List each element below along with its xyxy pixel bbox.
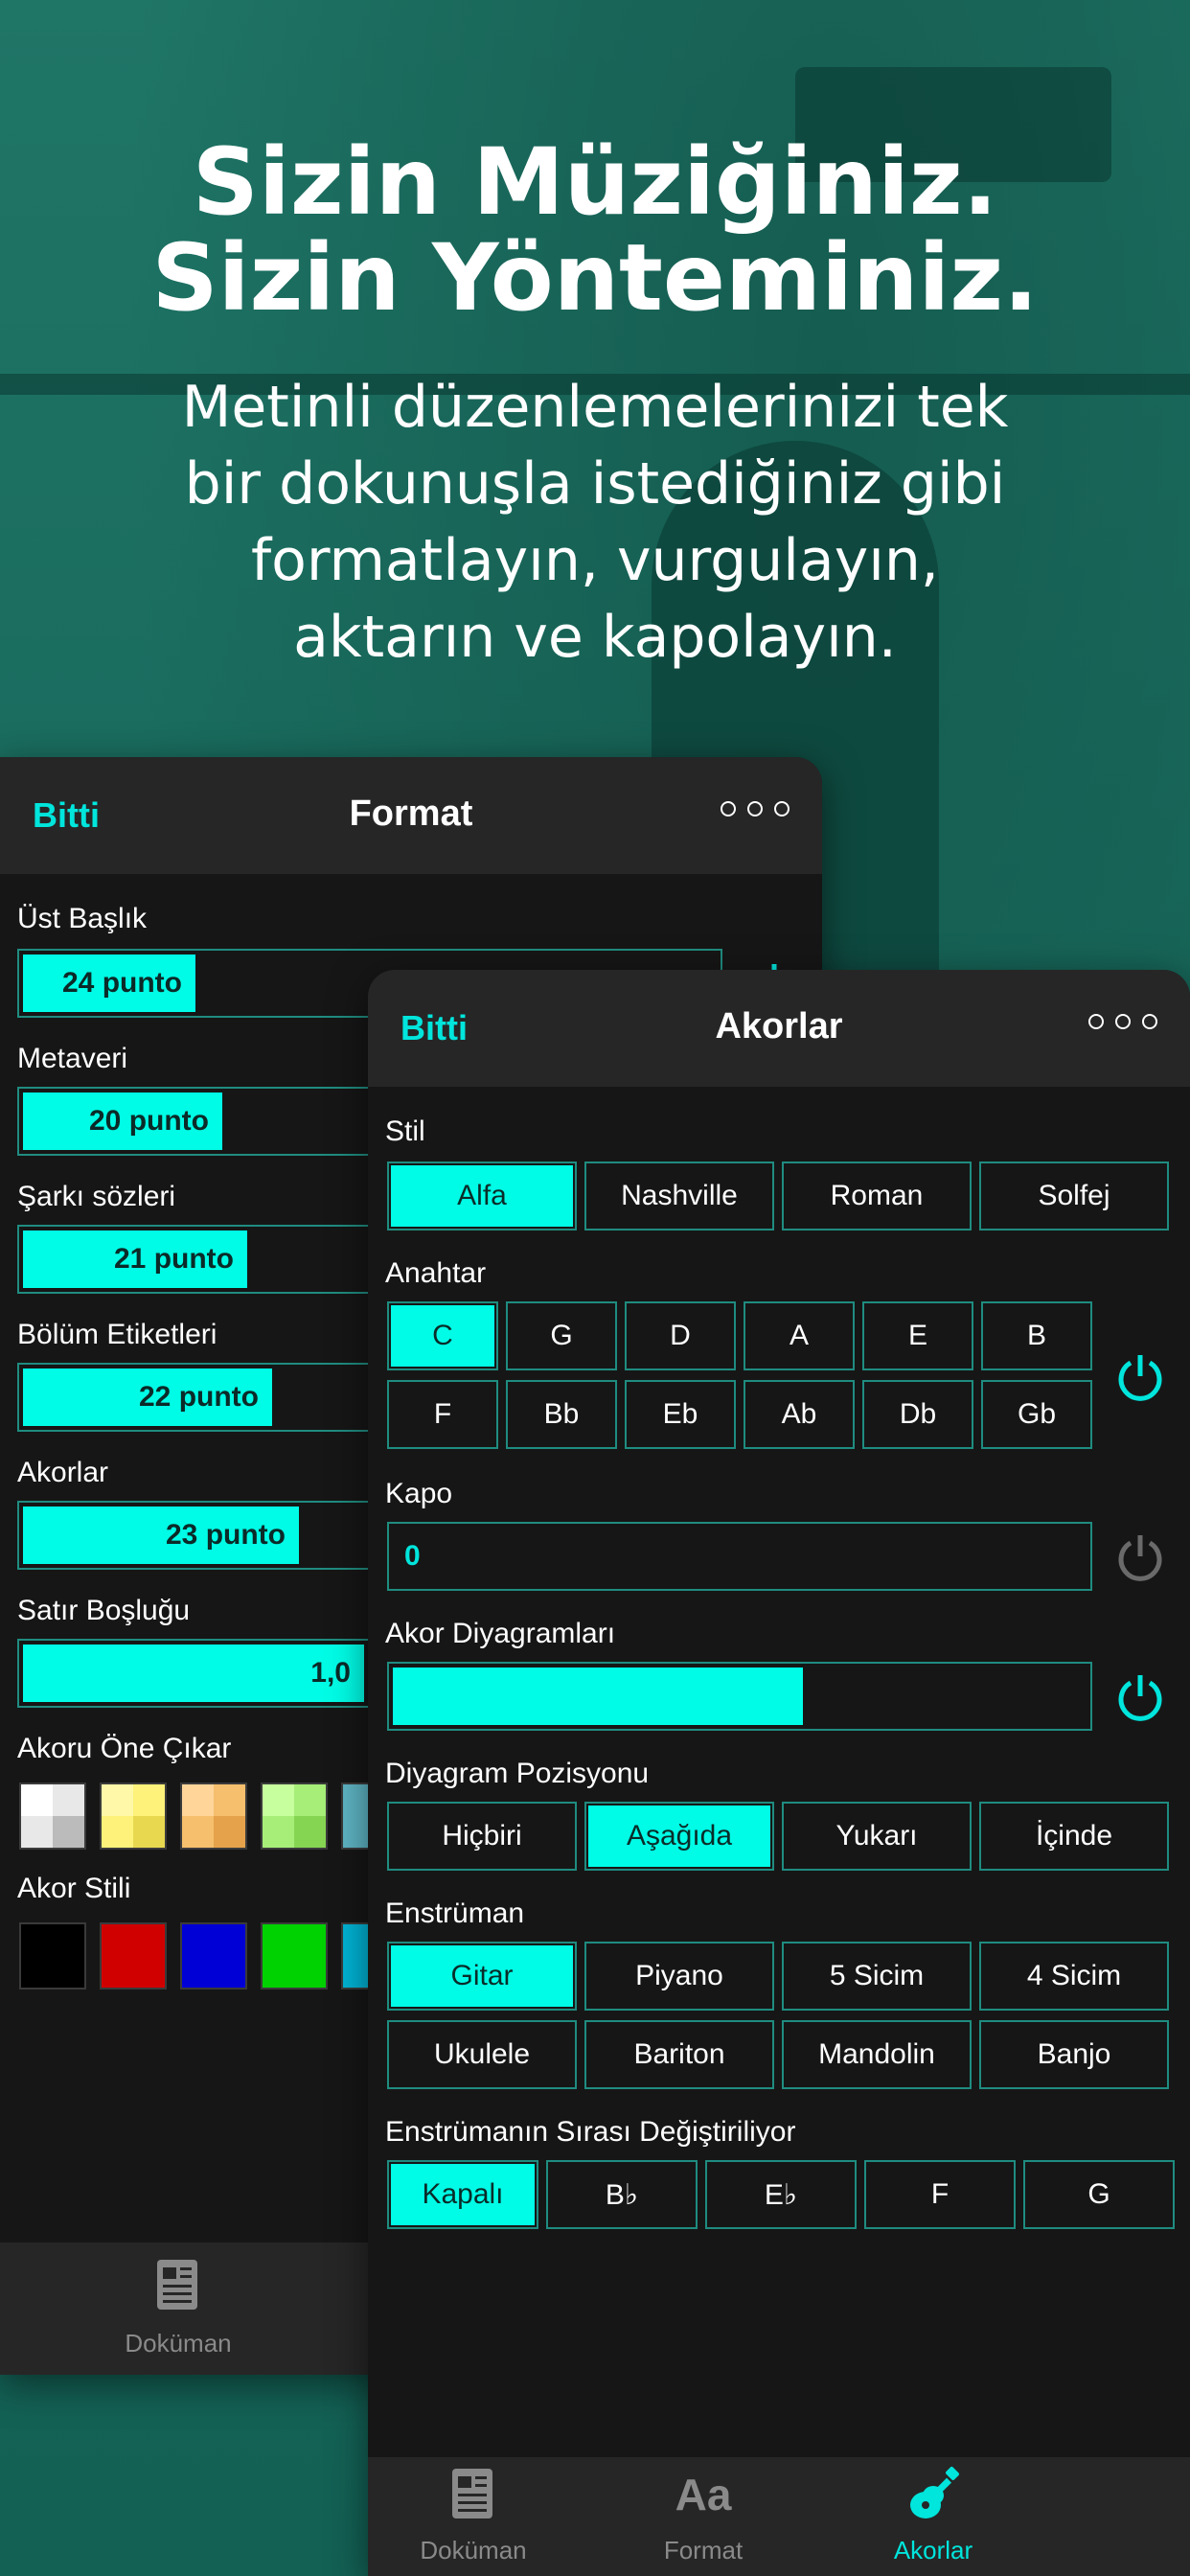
subtitle-line-2: bir dokunuşla istediğiniz gibi (184, 450, 1006, 518)
key-label: Anahtar (385, 1257, 487, 1289)
style-option-nashville[interactable]: Nashville (584, 1162, 774, 1230)
chords-title: Akorlar (715, 1006, 843, 1046)
format-label-line-spacing: Satır Boşluğu (17, 1595, 191, 1626)
style-option-solfej[interactable]: Solfej (979, 1162, 1169, 1230)
style-label: Stil (385, 1116, 425, 1147)
tab-document[interactable]: Doküman (63, 2242, 293, 2367)
key-option-gb[interactable]: Gb (981, 1380, 1092, 1449)
chords-tabbar: Doküman Aa Format Akorlar (368, 2457, 1190, 2576)
style-swatch-green[interactable] (261, 1922, 328, 1990)
key-option-bb[interactable]: Bb (506, 1380, 617, 1449)
key-power-icon[interactable] (1113, 1349, 1167, 1403)
key-option-eb[interactable]: Eb (625, 1380, 736, 1449)
instrument-option-guitar[interactable]: Gitar (387, 1942, 577, 2011)
position-option-below[interactable]: Aşağıda (584, 1802, 774, 1871)
capo-power-icon[interactable] (1113, 1530, 1167, 1583)
chords-panel: Bitti Akorlar Stil Alfa Nashville Roman … (368, 970, 1190, 2576)
subtitle: Metinli düzenlemelerinizi tek bir dokunu… (96, 369, 1094, 676)
position-option-inside[interactable]: İçinde (979, 1802, 1169, 1871)
key-option-b[interactable]: B (981, 1301, 1092, 1370)
format-label-lyrics: Şarkı sözleri (17, 1181, 176, 1212)
style-option-roman[interactable]: Roman (782, 1162, 972, 1230)
instrument-option-baritone[interactable]: Bariton (584, 2020, 774, 2089)
document-icon (157, 2260, 197, 2310)
instrument-option-4-string[interactable]: 4 Sicim (979, 1942, 1169, 2011)
tab-format-label: Format (663, 2536, 744, 2564)
highlight-swatch-gray[interactable] (19, 1782, 86, 1850)
key-option-c[interactable]: C (387, 1301, 498, 1370)
headline-line-2: Sizin Yönteminiz. (151, 224, 1039, 332)
tab-chords[interactable]: Akorlar (818, 2457, 1048, 2576)
subtitle-line-1: Metinli düzenlemelerinizi tek (181, 374, 1009, 441)
chords-more-icon[interactable] (1088, 1014, 1157, 1029)
format-label-section: Bölüm Etiketleri (17, 1319, 217, 1350)
diagrams-power-icon[interactable] (1113, 1669, 1167, 1723)
highlight-swatch-yellow[interactable] (100, 1782, 167, 1850)
instrument-option-piano[interactable]: Piyano (584, 1942, 774, 2011)
instrument-option-ukulele[interactable]: Ukulele (387, 2020, 577, 2089)
tab-document[interactable]: Doküman (368, 2457, 588, 2576)
key-option-a[interactable]: A (744, 1301, 855, 1370)
highlight-swatch-orange[interactable] (180, 1782, 247, 1850)
capo-value: 0 (404, 1540, 421, 1572)
instrument-option-banjo[interactable]: Banjo (979, 2020, 1169, 2089)
tab-chords-label: Akorlar (893, 2536, 973, 2564)
subtitle-line-3: formatlayın, vurgulayın, (251, 527, 939, 594)
style-swatch-red[interactable] (100, 1922, 167, 1990)
position-option-none[interactable]: Hiçbiri (387, 1802, 577, 1871)
slider-fill: 20 punto (23, 1092, 222, 1150)
key-option-ab[interactable]: Ab (744, 1380, 855, 1449)
slider-fill: 21 punto (23, 1230, 247, 1288)
headline-line-1: Sizin Müziğiniz. (192, 128, 998, 236)
transpose-option-off[interactable]: Kapalı (387, 2160, 538, 2229)
transpose-option-g[interactable]: G (1023, 2160, 1175, 2229)
format-navbar: Bitti Format (0, 757, 822, 874)
style-swatch-blue[interactable] (180, 1922, 247, 1990)
tab-format[interactable]: Aa Format (588, 2457, 818, 2576)
slider-fill: 22 punto (23, 1368, 272, 1426)
tab-document-label: Doküman (420, 2536, 527, 2564)
tab-document-label: Doküman (125, 2329, 232, 2358)
style-option-alfa[interactable]: Alfa (387, 1162, 577, 1230)
diagrams-slider[interactable] (387, 1662, 1092, 1731)
key-option-db[interactable]: Db (862, 1380, 973, 1449)
slider-fill: 24 punto (23, 954, 195, 1012)
transpose-option-eb[interactable]: E♭ (705, 2160, 857, 2229)
format-more-icon[interactable] (721, 801, 790, 816)
key-option-g[interactable]: G (506, 1301, 617, 1370)
instrument-option-5-string[interactable]: 5 Sicim (782, 1942, 972, 2011)
slider-fill: 23 punto (23, 1506, 299, 1564)
diagram-position-label: Diyagram Pozisyonu (385, 1758, 650, 1789)
format-label-chord-style: Akor Stili (17, 1873, 131, 1904)
key-option-e[interactable]: E (862, 1301, 973, 1370)
diagrams-label: Akor Diyagramları (385, 1618, 616, 1649)
format-label-metadata: Metaveri (17, 1043, 128, 1074)
format-label-chords: Akorlar (17, 1457, 109, 1488)
format-title: Format (349, 794, 473, 834)
transpose-option-f[interactable]: F (864, 2160, 1016, 2229)
headline: Sizin Müziğiniz. Sizin Yönteminiz. (0, 134, 1190, 326)
diagrams-slider-fill (393, 1668, 803, 1725)
format-aa-icon: Aa (675, 2470, 732, 2519)
chords-navbar: Bitti Akorlar (368, 970, 1190, 1087)
position-option-above[interactable]: Yukarı (782, 1802, 972, 1871)
capo-field[interactable]: 0 (387, 1522, 1092, 1591)
instrument-label: Enstrüman (385, 1898, 525, 1929)
format-label-highlight: Akoru Öne Çıkar (17, 1733, 232, 1764)
transpose-label: Enstrümanın Sırası Değiştiriliyor (385, 2116, 796, 2148)
key-option-f[interactable]: F (387, 1380, 498, 1449)
capo-label: Kapo (385, 1478, 453, 1509)
format-label-header: Üst Başlık (17, 903, 148, 934)
transpose-option-bb[interactable]: B♭ (546, 2160, 698, 2229)
guitar-icon (910, 2467, 959, 2518)
subtitle-line-4: aktarın ve kapolayın. (293, 604, 897, 671)
style-swatch-black[interactable] (19, 1922, 86, 1990)
key-option-d[interactable]: D (625, 1301, 736, 1370)
instrument-option-mandolin[interactable]: Mandolin (782, 2020, 972, 2089)
highlight-swatch-green[interactable] (261, 1782, 328, 1850)
slider-fill: 1,0 (23, 1644, 364, 1702)
document-icon (452, 2469, 492, 2518)
